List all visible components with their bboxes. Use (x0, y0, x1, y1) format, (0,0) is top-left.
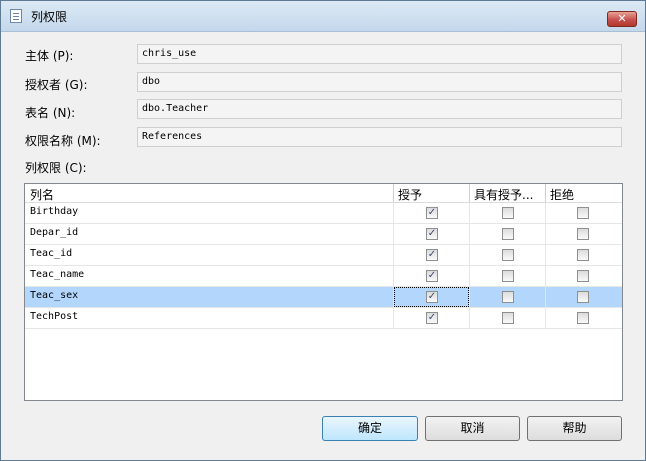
column-name-cell: Teac_name (30, 269, 85, 280)
with-grant-checkbox[interactable] (502, 249, 514, 261)
header-grant[interactable]: 授予 (398, 186, 422, 203)
column-name-cell: Teac_id (30, 248, 73, 259)
with-grant-checkbox[interactable] (502, 207, 514, 219)
with-grant-checkbox[interactable] (502, 270, 514, 282)
table-row[interactable]: Depar_id ✓ (25, 224, 622, 245)
title-bar[interactable]: 列权限 ✕ (1, 1, 645, 32)
grant-checkbox[interactable]: ✓ (426, 228, 438, 240)
column-permissions-label: 列权限 (C): (25, 161, 87, 175)
close-button[interactable]: ✕ (607, 11, 637, 27)
principal-field[interactable]: chris_use (137, 44, 622, 64)
grant-checkbox[interactable]: ✓ (426, 270, 438, 282)
with-grant-checkbox[interactable] (502, 228, 514, 240)
table-row[interactable]: TechPost ✓ (25, 308, 622, 329)
column-name-cell: TechPost (30, 311, 79, 322)
grantor-label: 授权者 (G): (25, 78, 88, 92)
cancel-button[interactable]: 取消 (425, 416, 520, 441)
table-name-field[interactable]: dbo.Teacher (137, 99, 622, 119)
principal-label: 主体 (P): (25, 49, 74, 63)
table-name-label: 表名 (N): (25, 106, 76, 120)
with-grant-checkbox[interactable] (502, 291, 514, 303)
with-grant-checkbox[interactable] (502, 312, 514, 324)
column-name-cell: Teac_sex (30, 290, 79, 301)
deny-checkbox[interactable] (577, 207, 589, 219)
permission-name-label: 权限名称 (M): (25, 134, 101, 148)
header-column-name[interactable]: 列名 (30, 186, 54, 203)
deny-checkbox[interactable] (577, 291, 589, 303)
column-permissions-dialog: 列权限 ✕ 主体 (P): chris_use 授权者 (G): dbo 表名 … (0, 0, 646, 461)
header-with-grant[interactable]: 具有授予... (474, 186, 533, 203)
document-icon (10, 9, 22, 23)
table-row[interactable]: Teac_id ✓ (25, 245, 622, 266)
deny-checkbox[interactable] (577, 249, 589, 261)
help-button[interactable]: 帮助 (527, 416, 622, 441)
deny-checkbox[interactable] (577, 228, 589, 240)
ok-button[interactable]: 确定 (322, 416, 418, 441)
grant-checkbox[interactable]: ✓ (426, 249, 438, 261)
deny-checkbox[interactable] (577, 312, 589, 324)
column-permissions-grid[interactable]: 列名 授予 具有授予... 拒绝 Birthday ✓ Depar_id ✓ Teac_… (24, 183, 623, 401)
window-title: 列权限 (31, 10, 68, 24)
table-row[interactable]: Birthday ✓ (25, 203, 622, 224)
grant-checkbox[interactable]: ✓ (426, 207, 438, 219)
column-name-cell: Birthday (30, 206, 79, 217)
grant-checkbox[interactable]: ✓ (426, 312, 438, 324)
permission-name-field[interactable]: References (137, 127, 622, 147)
column-name-cell: Depar_id (30, 227, 79, 238)
focus-rectangle (394, 287, 469, 307)
header-deny[interactable]: 拒绝 (550, 186, 574, 203)
table-row[interactable]: Teac_sex ✓ (25, 287, 622, 308)
grid-header: 列名 授予 具有授予... 拒绝 (25, 184, 622, 203)
grantor-field[interactable]: dbo (137, 72, 622, 92)
deny-checkbox[interactable] (577, 270, 589, 282)
table-row[interactable]: Teac_name ✓ (25, 266, 622, 287)
